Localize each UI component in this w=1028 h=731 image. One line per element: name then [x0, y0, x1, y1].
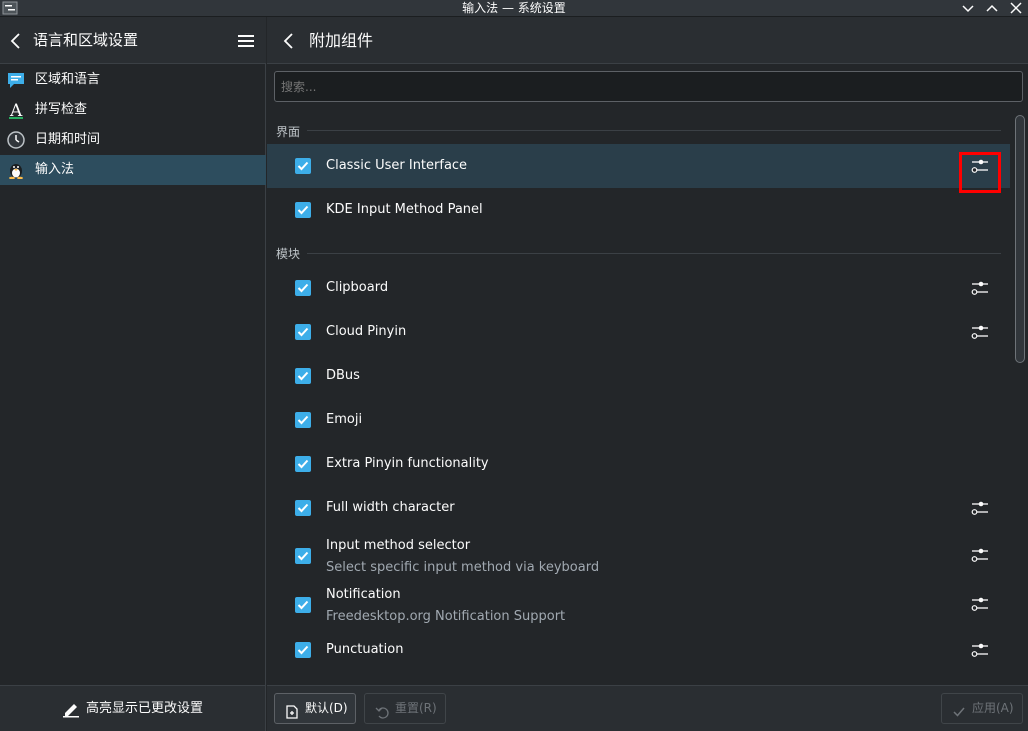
- addon-label: Punctuation: [326, 642, 404, 657]
- configure-icon[interactable]: [971, 641, 989, 659]
- close-button[interactable]: [1008, 1, 1024, 16]
- configure-icon[interactable]: [971, 323, 989, 341]
- section-divider: [307, 130, 1001, 131]
- checkbox[interactable]: [295, 642, 311, 658]
- back-arrow-icon[interactable]: [9, 32, 23, 50]
- window-title: 输入法 — 系统设置: [462, 1, 566, 15]
- document-defaults-icon: [285, 701, 299, 719]
- footer-buttons: 默认(D) 重置(R) 应用(A): [267, 685, 1028, 731]
- search-input[interactable]: [274, 71, 1023, 102]
- addon-row-extra-pinyin[interactable]: Extra Pinyin functionality: [267, 442, 1010, 486]
- defaults-button[interactable]: 默认(D): [274, 693, 356, 724]
- sidebar-item-input-method[interactable]: 输入法: [0, 155, 266, 185]
- sidebar-footer: 高亮显示已更改设置: [0, 685, 266, 731]
- window-titlebar: 输入法 — 系统设置: [0, 0, 1028, 17]
- addon-label: Extra Pinyin functionality: [326, 456, 489, 471]
- back-arrow-icon[interactable]: [282, 32, 296, 50]
- apply-button[interactable]: 应用(A): [941, 693, 1023, 724]
- addon-row-classic-ui[interactable]: Classic User Interface: [267, 144, 1010, 188]
- sidebar-item-date-time[interactable]: 日期和时间: [0, 125, 266, 155]
- sidebar: 语言和区域设置 区域和语言 A 拼写检查 日期和时间 输入法: [0, 17, 266, 685]
- highlight-changes-icon: [62, 700, 80, 718]
- addon-row-dbus[interactable]: DBus: [267, 354, 1010, 398]
- page-header: 附加组件: [267, 17, 1028, 64]
- minimize-button[interactable]: [960, 1, 976, 16]
- configure-icon[interactable]: [971, 546, 989, 564]
- addon-row-input-method-selector[interactable]: Input method selector Select specific in…: [267, 532, 1010, 580]
- defaults-label: 默认(D): [305, 701, 348, 715]
- addon-label: Full width character: [326, 500, 455, 515]
- checkbox[interactable]: [295, 456, 311, 472]
- addon-label: KDE Input Method Panel: [326, 202, 483, 217]
- hamburger-menu-icon[interactable]: [238, 34, 254, 48]
- sidebar-header: 语言和区域设置: [0, 17, 266, 64]
- checkbox[interactable]: [295, 158, 311, 174]
- addon-label: Notification: [326, 587, 401, 602]
- checkbox[interactable]: [295, 597, 311, 613]
- input-method-icon: [7, 161, 25, 180]
- region-language-icon: [7, 71, 25, 89]
- checkbox[interactable]: [295, 202, 311, 218]
- section-header: 模块: [276, 247, 301, 261]
- sidebar-item-label: 日期和时间: [35, 132, 101, 147]
- sidebar-item-label: 输入法: [35, 162, 75, 177]
- addon-label: Clipboard: [326, 280, 389, 295]
- addon-row-emoji[interactable]: Emoji: [267, 398, 1010, 442]
- maximize-button[interactable]: [984, 1, 1000, 16]
- section-header: 界面: [276, 125, 301, 139]
- addon-row-punctuation[interactable]: Punctuation: [267, 628, 1010, 672]
- highlight-changes-button[interactable]: 高亮显示已更改设置: [86, 686, 203, 731]
- apply-label: 应用(A): [972, 701, 1014, 715]
- checkmark-icon: [952, 701, 966, 717]
- addon-row-full-width[interactable]: Full width character: [267, 486, 1010, 530]
- page-title: 附加组件: [309, 31, 374, 50]
- addon-row-notification[interactable]: Notification Freedesktop.org Notificatio…: [267, 581, 1010, 629]
- sidebar-item-region-language[interactable]: 区域和语言: [0, 65, 266, 95]
- addon-list: 界面 Classic User Interface KDE Input Meth…: [267, 110, 1010, 685]
- addon-label: Emoji: [326, 412, 363, 427]
- addon-label: Cloud Pinyin: [326, 324, 407, 339]
- sidebar-title: 语言和区域设置: [33, 31, 139, 49]
- checkbox[interactable]: [295, 548, 311, 564]
- svg-text:A: A: [9, 101, 23, 119]
- checkbox[interactable]: [295, 368, 311, 384]
- checkbox[interactable]: [295, 500, 311, 516]
- addon-row-cloud-pinyin[interactable]: Cloud Pinyin: [267, 310, 1010, 354]
- addon-description: Select specific input method via keyboar…: [326, 560, 600, 575]
- reset-button[interactable]: 重置(R): [364, 693, 446, 724]
- sidebar-item-label: 拼写检查: [35, 102, 88, 117]
- addon-row-kde-panel[interactable]: KDE Input Method Panel: [267, 188, 1010, 232]
- highlight-box: [959, 152, 1001, 193]
- addon-row-clipboard[interactable]: Clipboard: [267, 266, 1010, 310]
- configure-icon[interactable]: [971, 499, 989, 517]
- addon-label: DBus: [326, 368, 360, 383]
- configure-icon[interactable]: [971, 595, 989, 613]
- sidebar-item-spellcheck[interactable]: A 拼写检查: [0, 95, 266, 125]
- undo-icon: [375, 701, 389, 719]
- checkbox[interactable]: [295, 412, 311, 428]
- scrollbar-thumb[interactable]: [1015, 115, 1025, 363]
- reset-label: 重置(R): [395, 701, 437, 715]
- configure-icon[interactable]: [971, 279, 989, 297]
- addon-description: Freedesktop.org Notification Support: [326, 609, 566, 624]
- clock-icon: [7, 131, 25, 149]
- sidebar-item-label: 区域和语言: [35, 72, 101, 87]
- section-divider: [307, 253, 1001, 254]
- addon-label: Classic User Interface: [326, 158, 468, 173]
- checkbox[interactable]: [295, 324, 311, 340]
- addon-label: Input method selector: [326, 538, 471, 553]
- checkbox[interactable]: [295, 280, 311, 296]
- spellcheck-icon: A: [7, 101, 25, 121]
